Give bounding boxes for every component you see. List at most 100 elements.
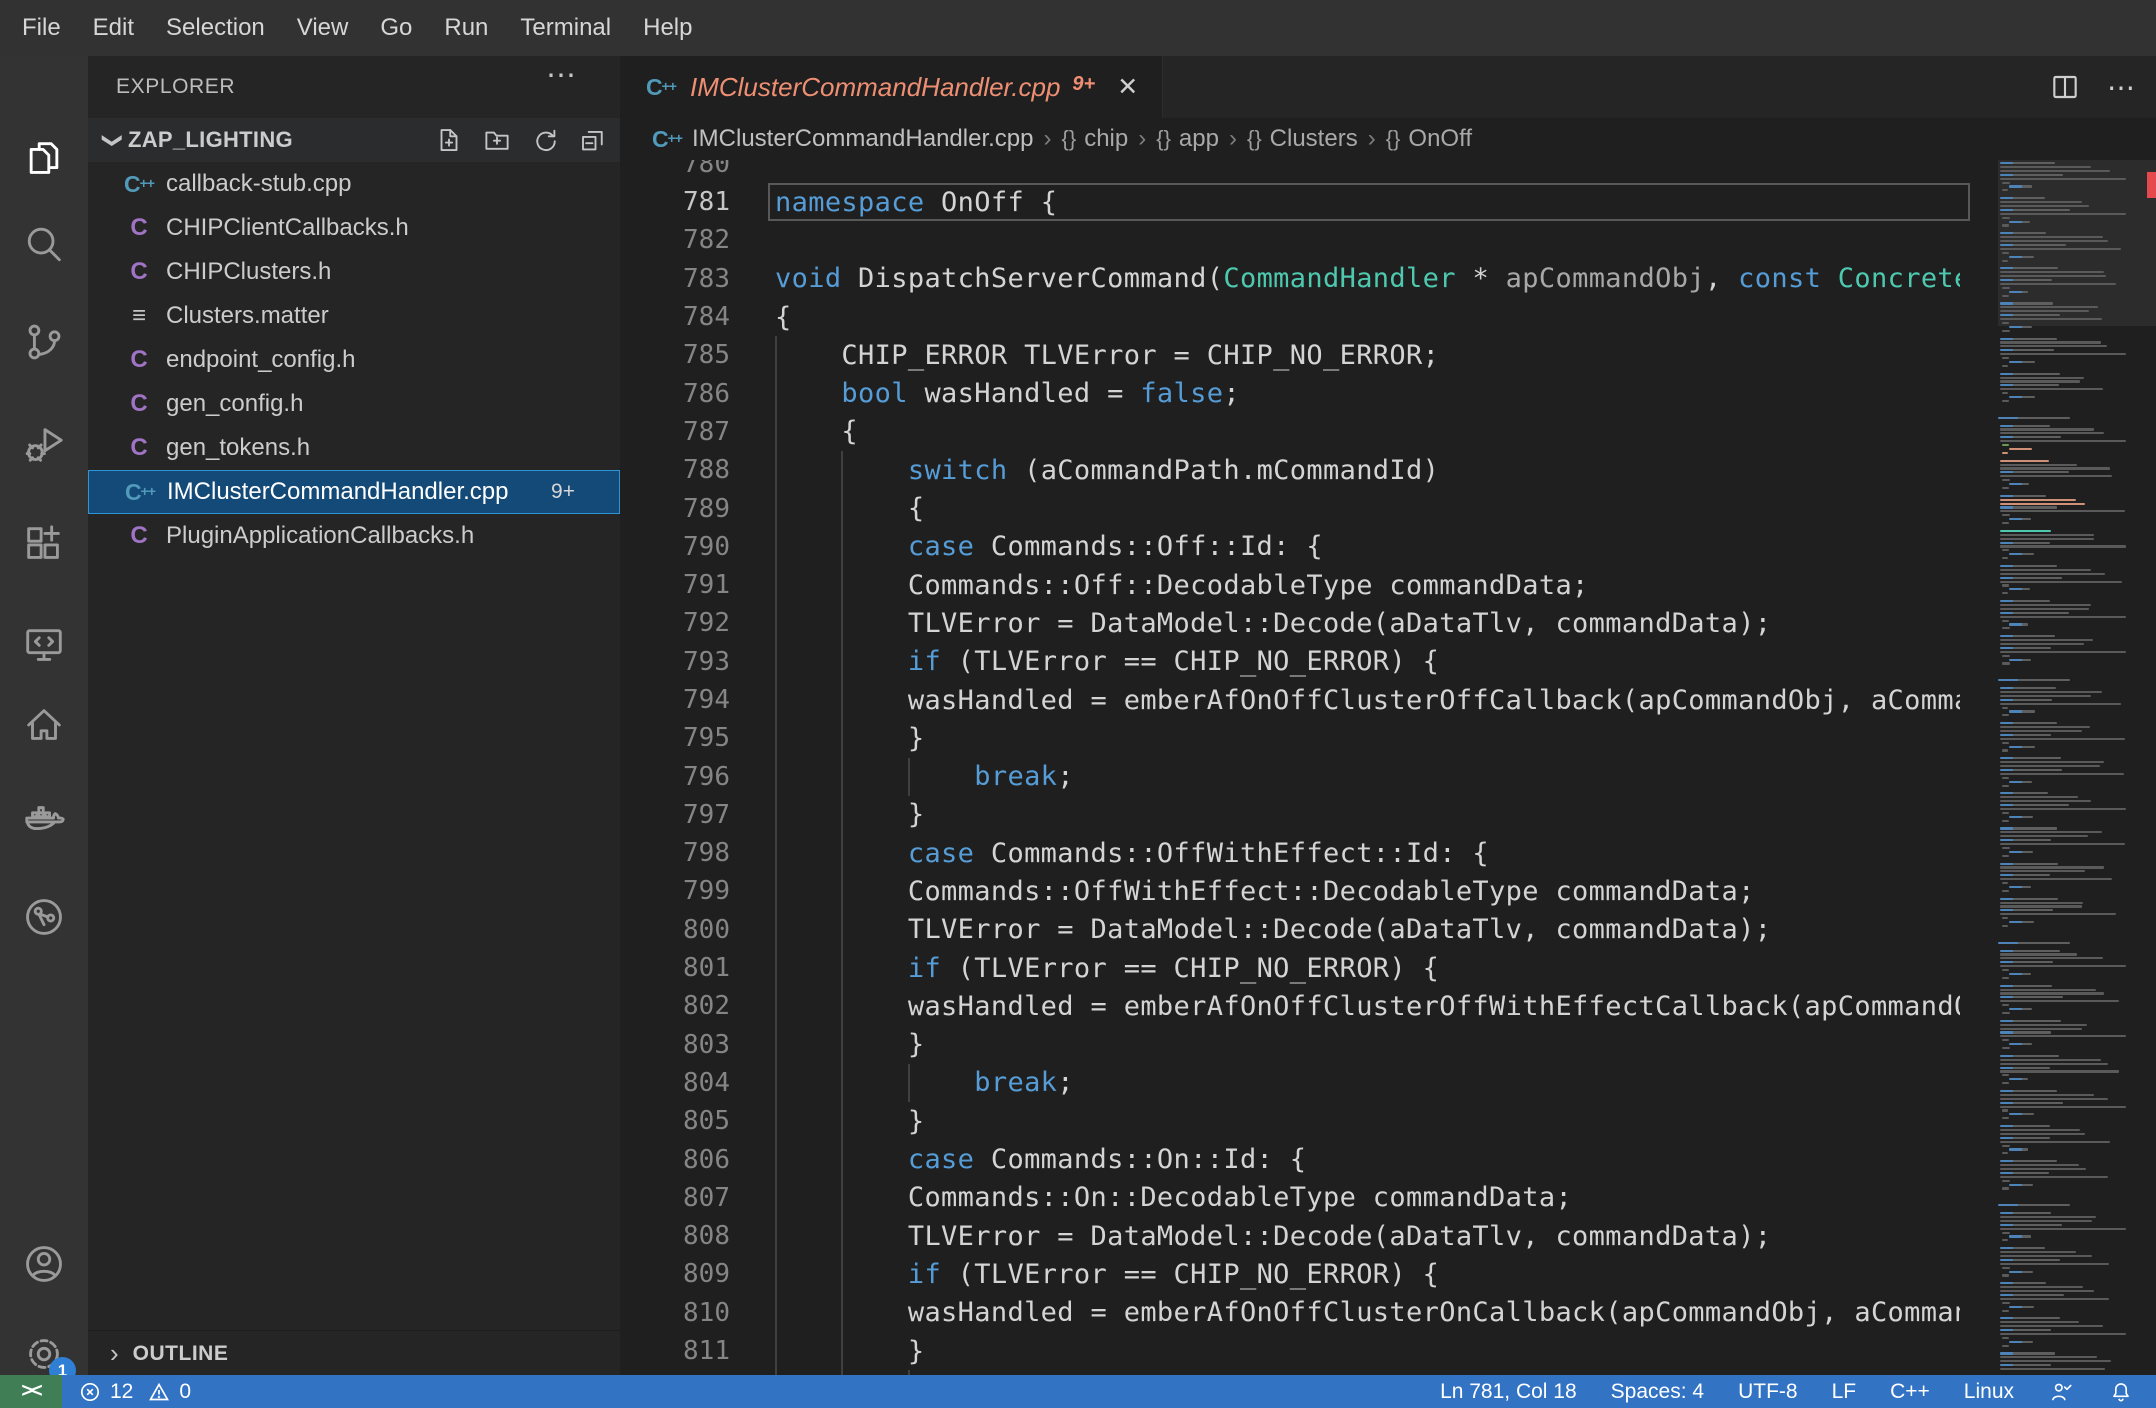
file-item-endpoint-config-h[interactable]: Cendpoint_config.h xyxy=(88,338,620,382)
code-line-780[interactable]: 780 xyxy=(620,160,1960,183)
encoding-indicator[interactable]: UTF-8 xyxy=(1738,1380,1798,1404)
minimap-line xyxy=(2002,854,2009,857)
menu-file[interactable]: File xyxy=(6,0,77,56)
code-line-798[interactable]: 798 case Commands::OffWithEffect::Id: { xyxy=(620,834,1960,872)
os-indicator[interactable]: Linux xyxy=(1964,1380,2014,1404)
menu-view[interactable]: View xyxy=(281,0,365,56)
activity-run-debug[interactable] xyxy=(0,408,88,480)
breadcrumb-segment-onoff[interactable]: {} OnOff xyxy=(1386,125,1472,153)
new-file-icon[interactable] xyxy=(434,125,464,155)
code-line-794[interactable]: 794 wasHandled = emberAfOnOffClusterOffC… xyxy=(620,681,1960,719)
feedback-icon[interactable] xyxy=(2048,1379,2074,1405)
file-item-chipclusters-h[interactable]: C CHIPClusters.h xyxy=(88,250,620,294)
code-line-790[interactable]: 790 case Commands::Off::Id: { xyxy=(620,528,1960,566)
outline-section[interactable]: › OUTLINE xyxy=(88,1330,620,1376)
line-content: wasHandled = emberAfOnOffClusterOffWithE… xyxy=(907,990,1960,1022)
refresh-icon[interactable] xyxy=(530,125,560,155)
language-indicator[interactable]: C++ xyxy=(1890,1380,1930,1404)
code-line-811[interactable]: 811 } xyxy=(620,1332,1960,1370)
activity-remote-explorer[interactable] xyxy=(0,609,88,681)
tab-imclustercommandhandler[interactable]: C++ IMClusterCommandHandler.cpp 9+ ✕ xyxy=(620,56,1164,118)
activity-explorer[interactable] xyxy=(0,122,88,194)
code-line-787[interactable]: 787 { xyxy=(620,413,1960,451)
code-line-791[interactable]: 791 Commands::Off::DecodableType command… xyxy=(620,566,1960,604)
views-more-actions-icon[interactable]: ⋯ xyxy=(546,58,578,93)
menu-go[interactable]: Go xyxy=(364,0,428,56)
file-item-chipclientcallbacks-h[interactable]: C CHIPClientCallbacks.h xyxy=(88,206,620,250)
close-tab-icon[interactable]: ✕ xyxy=(1117,72,1138,102)
code-line-799[interactable]: 799 Commands::OffWithEffect::DecodableTy… xyxy=(620,872,1960,910)
file-item-imclustercommandhandler-cpp[interactable]: C++ IMClusterCommandHandler.cpp 9+ xyxy=(88,470,620,514)
menu-selection[interactable]: Selection xyxy=(150,0,281,56)
code-line-804[interactable]: 804 break; xyxy=(620,1064,1960,1102)
code-line-783[interactable]: 783 void DispatchServerCommand(CommandHan… xyxy=(620,260,1960,298)
code-line-806[interactable]: 806 case Commands::On::Id: { xyxy=(620,1140,1960,1178)
minimap-line xyxy=(2000,807,2126,811)
remote-indicator[interactable]: >< xyxy=(0,1375,62,1408)
overview-ruler[interactable] xyxy=(2135,160,2156,1375)
collapse-all-icon[interactable] xyxy=(578,125,608,155)
menu-terminal[interactable]: Terminal xyxy=(504,0,627,56)
breadcrumb-segment-chip[interactable]: {} chip xyxy=(1061,125,1128,153)
code-line-789[interactable]: 789 { xyxy=(620,489,1960,527)
menu-edit[interactable]: Edit xyxy=(77,0,150,56)
code-line-808[interactable]: 808 TLVError = DataModel::Decode(aDataTl… xyxy=(620,1217,1960,1255)
indent-indicator[interactable]: Spaces: 4 xyxy=(1611,1380,1704,1404)
code-line-792[interactable]: 792 TLVError = DataModel::Decode(aDataTl… xyxy=(620,604,1960,642)
activity-accounts[interactable] xyxy=(0,1228,88,1300)
file-item-clusters-matter[interactable]: ≡ Clusters.matter xyxy=(88,294,620,338)
line-col-indicator[interactable]: Ln 781, Col 18 xyxy=(1440,1380,1577,1404)
code-line-781[interactable]: 781 namespace OnOff { xyxy=(620,183,1960,221)
breadcrumb-file[interactable]: IMClusterCommandHandler.cpp xyxy=(692,125,1033,153)
code-line-800[interactable]: 800 TLVError = DataModel::Decode(aDataTl… xyxy=(620,911,1960,949)
code-line-782[interactable]: 782 xyxy=(620,221,1960,259)
code-line-797[interactable]: 797 } xyxy=(620,796,1960,834)
file-item-gen-tokens-h[interactable]: Cgen_tokens.h xyxy=(88,426,620,470)
minimap-line xyxy=(2002,1336,2009,1339)
minimap-line xyxy=(2000,690,2102,694)
code-line-796[interactable]: 796 break; xyxy=(620,757,1960,795)
menu-run[interactable]: Run xyxy=(428,0,504,56)
activity-extensions[interactable] xyxy=(0,508,88,580)
file-item-callback-stub-cpp[interactable]: C++ callback-stub.cpp xyxy=(88,162,620,206)
breadcrumb-segment-app[interactable]: {} app xyxy=(1156,125,1219,153)
code-line-784[interactable]: 784 { xyxy=(620,298,1960,336)
code-editor[interactable]: 780 781 namespace OnOff {782 783 void Dispat… xyxy=(620,160,2156,1375)
code-line-805[interactable]: 805 } xyxy=(620,1102,1960,1140)
code-line-788[interactable]: 788 switch (aCommandPath.mCommandId) xyxy=(620,451,1960,489)
code-line-793[interactable]: 793 if (TLVError == CHIP_NO_ERROR) { xyxy=(620,643,1960,681)
file-item-pluginapplicationcallbacks-h[interactable]: C PluginApplicationCallbacks.h xyxy=(88,514,620,558)
menu-help[interactable]: Help xyxy=(627,0,708,56)
minimap[interactable] xyxy=(1998,160,2135,1375)
minimap-line xyxy=(2002,882,2008,885)
code-line-807[interactable]: 807 Commands::On::DecodableType commandD… xyxy=(620,1179,1960,1217)
minimap-line xyxy=(2000,722,2057,725)
code-line-810[interactable]: 810 wasHandled = emberAfOnOffClusterOnCa… xyxy=(620,1294,1960,1332)
code-line-786[interactable]: 786 bool wasHandled = false; xyxy=(620,374,1960,412)
activity-search[interactable] xyxy=(0,208,88,280)
activity-home[interactable] xyxy=(0,689,88,761)
activity-source-control[interactable] xyxy=(0,306,88,378)
line-number: 785 xyxy=(683,340,730,371)
eol-indicator[interactable]: LF xyxy=(1832,1380,1857,1404)
header-file-icon: C xyxy=(130,214,148,241)
editor-more-actions-icon[interactable]: ⋯ xyxy=(2107,71,2138,104)
folder-section-header[interactable]: ❯ ZAP_LIGHTING xyxy=(88,118,620,162)
problems-indicator[interactable]: 12 0 xyxy=(78,1380,191,1404)
file-tree: C++ callback-stub.cpp C CHIPClientCallbacks… xyxy=(88,162,620,558)
file-item-gen-config-h[interactable]: Cgen_config.h xyxy=(88,382,620,426)
split-editor-icon[interactable] xyxy=(2049,71,2081,103)
minimap-line xyxy=(2000,1251,2076,1254)
activity-docker[interactable] xyxy=(0,783,88,855)
code-line-785[interactable]: 785 CHIP_ERROR TLVError = CHIP_NO_ERROR; xyxy=(620,336,1960,374)
code-line-795[interactable]: 795 } xyxy=(620,719,1960,757)
code-line-802[interactable]: 802 wasHandled = emberAfOnOffClusterOffW… xyxy=(620,987,1960,1025)
code-line-801[interactable]: 801 if (TLVError == CHIP_NO_ERROR) { xyxy=(620,949,1960,987)
breadcrumb-segment-clusters[interactable]: {} Clusters xyxy=(1247,125,1358,153)
minimap-line xyxy=(2009,1008,2032,1011)
notifications-bell-icon[interactable] xyxy=(2108,1379,2134,1405)
code-line-809[interactable]: 809 if (TLVError == CHIP_NO_ERROR) { xyxy=(620,1255,1960,1293)
code-line-803[interactable]: 803 } xyxy=(620,1026,1960,1064)
activity-live-share[interactable] xyxy=(0,881,88,953)
new-folder-icon[interactable] xyxy=(482,125,512,155)
